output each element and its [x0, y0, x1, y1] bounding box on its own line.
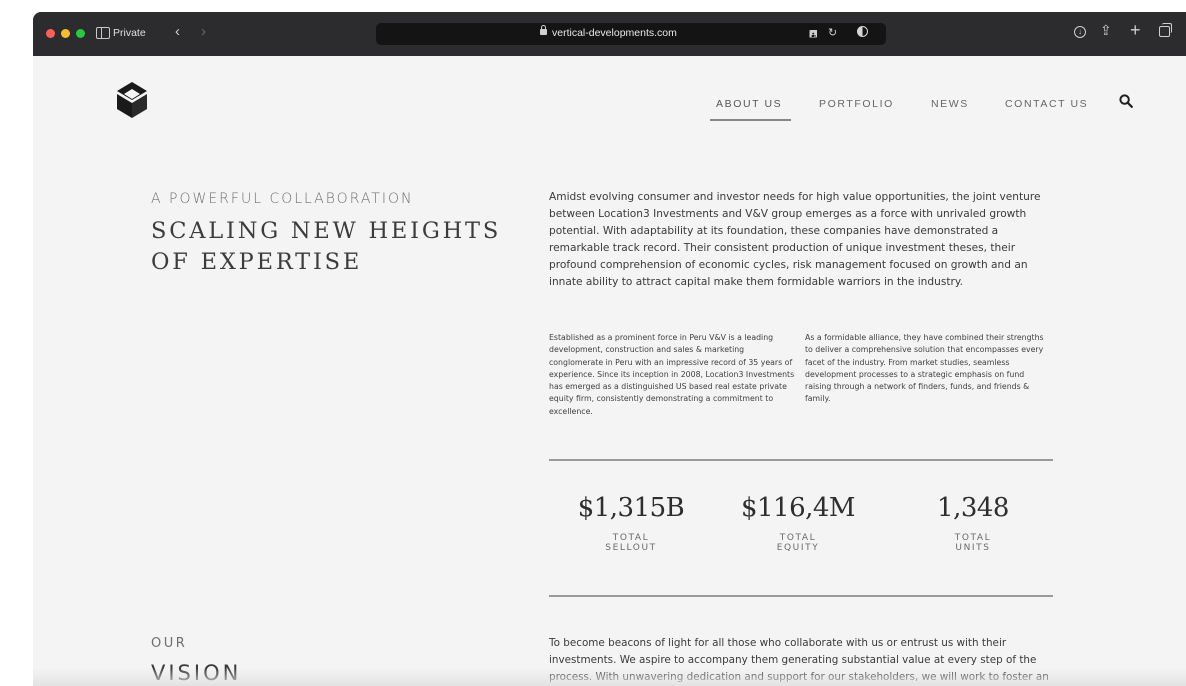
nav-contact-us[interactable]: CONTACT US: [1005, 98, 1088, 110]
sidebar-toggle-icon[interactable]: [96, 27, 110, 39]
active-nav-underline: [710, 119, 791, 121]
reload-icon[interactable]: ↻: [828, 26, 837, 39]
web-page: ABOUT US PORTFOLIO NEWS CONTACT US A POW…: [33, 56, 1186, 686]
share-icon[interactable]: ⇪: [1100, 22, 1112, 39]
stat-label-line: TOTAL: [779, 533, 817, 543]
nav-about-us[interactable]: ABOUT US: [716, 98, 782, 110]
stat-label-line: TOTAL: [954, 533, 992, 543]
browser-toolbar: Private ‹ › vertical-developments.com 🖪 …: [33, 12, 1186, 56]
private-mode-label: Private: [113, 27, 146, 39]
stat-label: TOTAL SELLOUT: [571, 533, 691, 553]
browser-window: Private ‹ › vertical-developments.com 🖪 …: [33, 12, 1186, 686]
divider: [549, 459, 1053, 461]
stat-total-equity: $116,4M TOTAL EQUITY: [738, 493, 858, 553]
close-window-icon[interactable]: [46, 29, 55, 38]
section-headline: SCALING NEW HEIGHTS OF EXPERTISE: [151, 216, 531, 278]
stat-value: 1,348: [937, 493, 1009, 523]
stat-label: TOTAL EQUITY: [738, 533, 858, 553]
tab-overview-icon[interactable]: [1159, 23, 1172, 37]
divider: [549, 595, 1053, 597]
stat-label-line: TOTAL: [612, 533, 650, 543]
vision-eyebrow: OUR: [151, 636, 188, 651]
zoom-window-icon[interactable]: [76, 29, 85, 38]
stat-label-line: UNITS: [955, 543, 991, 553]
stat-value: $1,315B: [577, 493, 685, 523]
address-bar[interactable]: vertical-developments.com 🖪 ↻: [376, 23, 886, 45]
stat-label-line: EQUITY: [776, 543, 820, 553]
search-icon[interactable]: [1119, 94, 1133, 108]
nav-portfolio[interactable]: PORTFOLIO: [819, 98, 894, 110]
minimize-window-icon[interactable]: [61, 29, 70, 38]
section-eyebrow: A POWERFUL COLLABORATION: [151, 191, 414, 207]
translate-icon[interactable]: 🖪: [809, 27, 818, 44]
stat-total-units: 1,348 TOTAL UNITS: [913, 493, 1033, 553]
download-icon[interactable]: ↓: [1074, 26, 1086, 38]
headline-line: SCALING NEW HEIGHTS: [151, 218, 502, 244]
lock-icon: [540, 25, 547, 35]
url-text[interactable]: vertical-developments.com: [552, 27, 677, 39]
stat-value: $116,4M: [740, 493, 856, 523]
cube-logo-icon[interactable]: [115, 80, 149, 120]
bottom-fade: [33, 668, 1186, 686]
privacy-shield-icon[interactable]: [857, 26, 868, 37]
intro-paragraph: Amidst evolving consumer and investor ne…: [549, 191, 1041, 288]
stat-total-sellout: $1,315B TOTAL SELLOUT: [571, 493, 691, 553]
new-tab-icon[interactable]: +: [1130, 20, 1141, 41]
right-column-paragraph: As a formidable alliance, they have comb…: [805, 333, 1044, 404]
left-column-paragraph: Established as a prominent force in Peru…: [549, 333, 795, 416]
back-arrow-icon[interactable]: ‹: [175, 23, 180, 40]
nav-news[interactable]: NEWS: [931, 98, 969, 110]
stat-label-line: SELLOUT: [605, 543, 657, 553]
stat-label: TOTAL UNITS: [913, 533, 1033, 553]
headline-line: OF EXPERTISE: [151, 249, 363, 275]
forward-arrow-icon[interactable]: ›: [201, 23, 206, 40]
